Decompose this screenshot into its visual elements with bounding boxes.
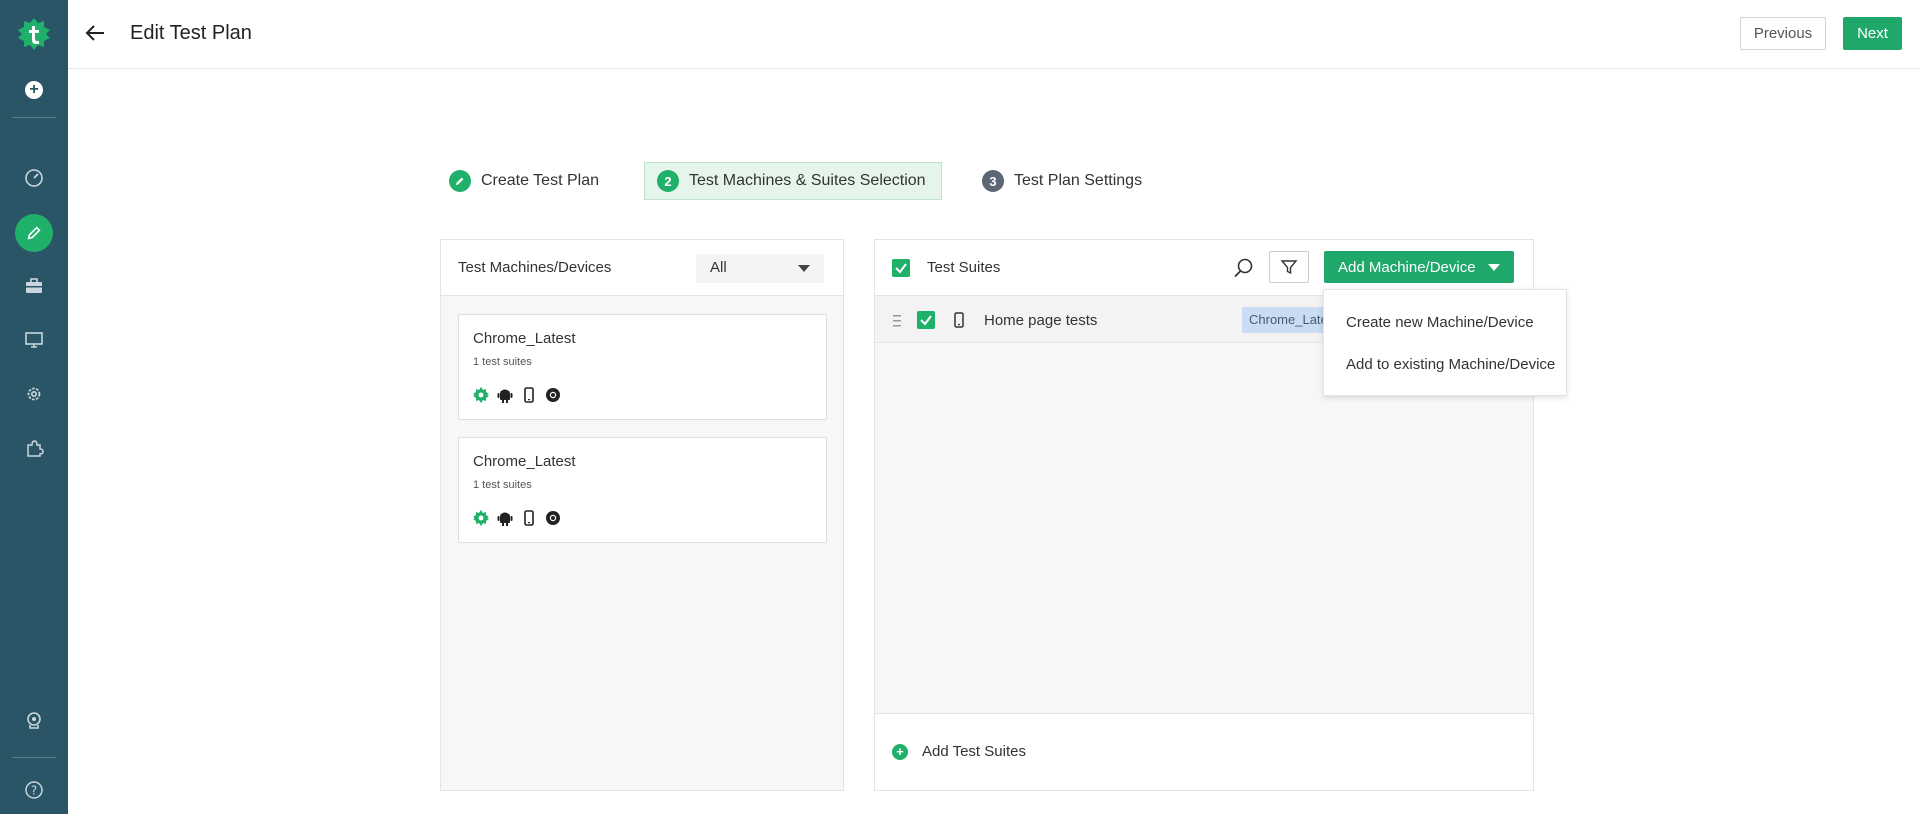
suites-panel-header: Test Suites Add Machine/Device: [875, 240, 1533, 296]
search-icon[interactable]: [1232, 256, 1256, 280]
sidebar: + ?: [0, 0, 68, 814]
add-machine-device-label: Add Machine/Device: [1338, 258, 1476, 276]
machine-name: Chrome_Latest: [473, 453, 576, 470]
settings-gear-icon[interactable]: [22, 382, 46, 406]
plus-circle-icon[interactable]: +: [25, 81, 43, 99]
pencil-icon: [25, 224, 43, 242]
step-label: Test Machines & Suites Selection: [689, 172, 926, 189]
chevron-down-icon: [1488, 264, 1500, 271]
drag-handle-icon[interactable]: [892, 313, 902, 329]
sidebar-divider: [12, 117, 56, 118]
testsigma-logo-icon[interactable]: [17, 17, 51, 51]
pencil-icon: [449, 170, 471, 192]
next-button[interactable]: Next: [1843, 17, 1902, 50]
machine-name: Chrome_Latest: [473, 330, 576, 347]
add-test-suites-button[interactable]: + Add Test Suites: [892, 743, 1026, 760]
previous-button[interactable]: Previous: [1740, 17, 1826, 50]
machine-suite-count: 1 test suites: [473, 356, 532, 368]
testsigma-lab-icon: [473, 510, 489, 526]
suite-checkbox[interactable]: [917, 311, 935, 329]
android-icon: [497, 510, 513, 526]
dashboard-gauge-icon[interactable]: [22, 166, 46, 190]
filter-button[interactable]: [1269, 251, 1309, 283]
chevron-down-icon: [798, 265, 810, 272]
menu-item-add-to-existing-machine[interactable]: Add to existing Machine/Device: [1346, 356, 1555, 373]
chrome-icon: [545, 387, 561, 403]
step-create-test-plan[interactable]: Create Test Plan: [449, 162, 599, 200]
machine-filter-select[interactable]: All: [696, 254, 824, 283]
suites-panel-footer: + Add Test Suites: [875, 713, 1533, 790]
page-title: Edit Test Plan: [130, 22, 252, 44]
add-machine-device-button[interactable]: Add Machine/Device: [1324, 251, 1514, 283]
testsigma-lab-icon: [473, 387, 489, 403]
add-machine-dropdown-menu: Create new Machine/Device Add to existin…: [1323, 289, 1567, 396]
mobile-phone-icon: [952, 311, 966, 329]
chrome-icon: [545, 510, 561, 526]
machine-card[interactable]: Chrome_Latest 1 test suites: [458, 314, 827, 420]
question-icon[interactable]: ?: [22, 778, 46, 802]
select-all-checkbox[interactable]: [892, 259, 910, 277]
sidebar-item-test-plans[interactable]: [15, 214, 53, 252]
machine-capabilities: [473, 387, 561, 403]
back-arrow-icon[interactable]: [82, 20, 108, 46]
add-test-suites-label: Add Test Suites: [922, 743, 1026, 760]
suite-name: Home page tests: [984, 312, 1098, 329]
step-arrow-tip: [928, 163, 942, 199]
plus-circle-icon: +: [892, 743, 908, 760]
help-bot-icon[interactable]: [22, 708, 46, 732]
machines-panel-header: Test Machines/Devices All: [441, 240, 843, 296]
android-icon: [497, 387, 513, 403]
mobile-phone-icon: [521, 387, 537, 403]
step-label: Create Test Plan: [481, 172, 599, 189]
step-number: 3: [982, 170, 1004, 192]
machines-panel-title: Test Machines/Devices: [458, 259, 612, 276]
svg-text:?: ?: [31, 784, 37, 798]
machines-panel: Test Machines/Devices All Chrome_Latest …: [440, 239, 844, 791]
step-label: Test Plan Settings: [1014, 172, 1143, 189]
filter-icon: [1280, 258, 1298, 276]
menu-item-create-new-machine[interactable]: Create new Machine/Device: [1346, 314, 1534, 331]
monitor-icon[interactable]: [22, 328, 46, 352]
check-icon: [895, 263, 907, 274]
sidebar-divider-bottom: [12, 757, 56, 758]
step-machines-suites-selection[interactable]: 2 Test Machines & Suites Selection: [644, 162, 942, 200]
step-number: 2: [657, 170, 679, 192]
machine-suite-count: 1 test suites: [473, 479, 532, 491]
check-icon: [920, 315, 932, 326]
briefcase-icon[interactable]: [22, 274, 46, 298]
machine-filter-value: All: [710, 259, 727, 276]
top-bar: Edit Test Plan Previous Next: [68, 0, 1920, 69]
machine-card[interactable]: Chrome_Latest 1 test suites: [458, 437, 827, 543]
step-test-plan-settings[interactable]: 3 Test Plan Settings: [982, 162, 1142, 200]
suites-panel-title: Test Suites: [927, 259, 1001, 276]
puzzle-icon[interactable]: [22, 436, 46, 460]
machine-capabilities: [473, 510, 561, 526]
mobile-phone-icon: [521, 510, 537, 526]
